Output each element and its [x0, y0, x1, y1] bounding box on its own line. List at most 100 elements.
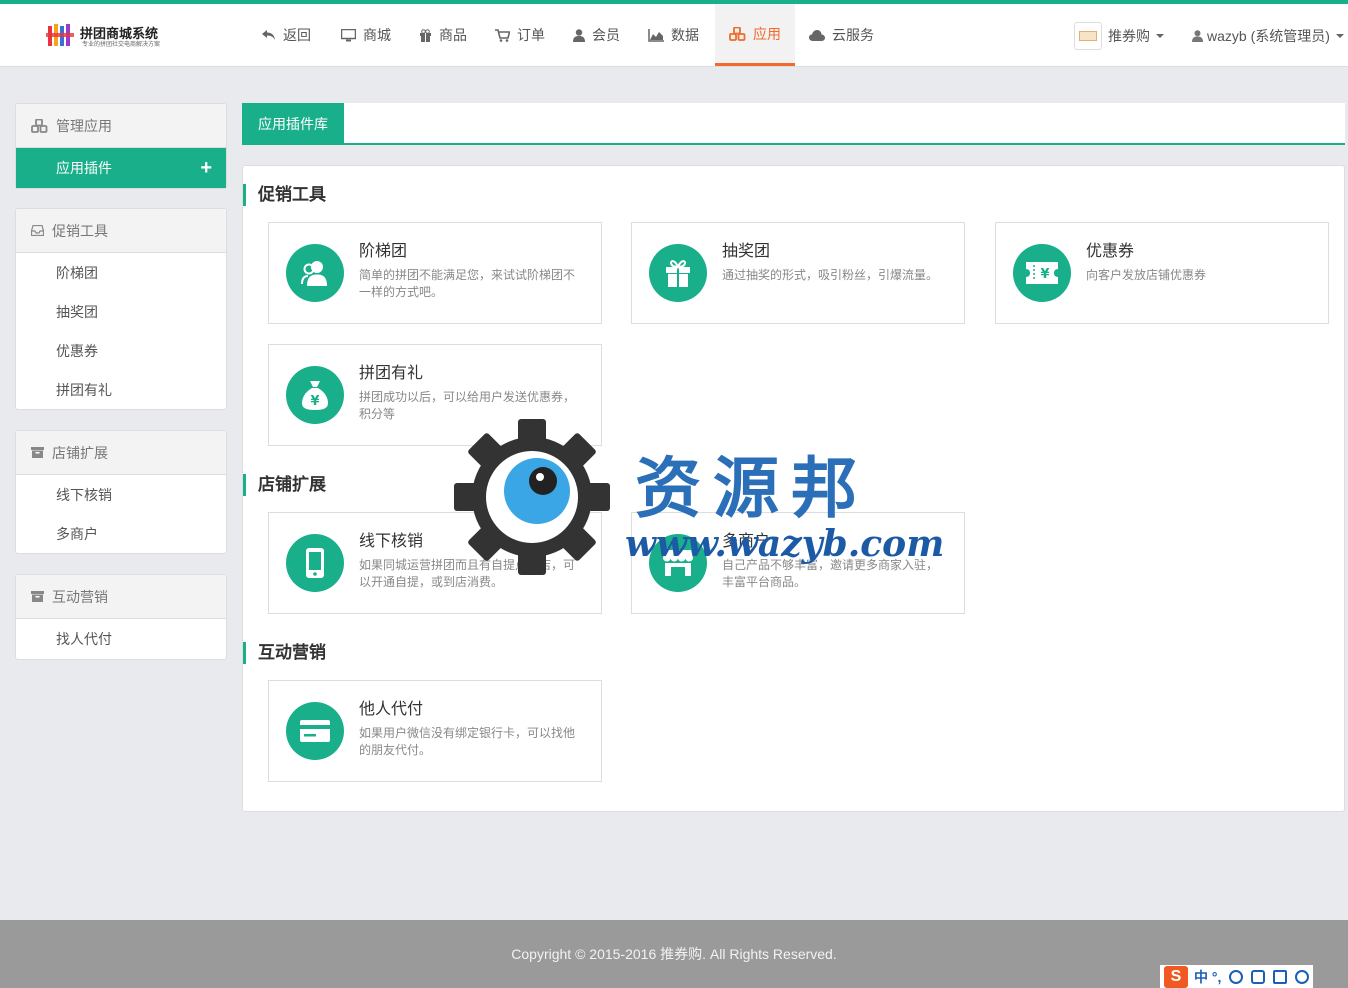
- sidebar-interactive-title: 互动营销: [52, 588, 108, 605]
- sidebar-promo-title: 促销工具: [52, 222, 108, 239]
- archive-icon: [31, 591, 44, 602]
- nav-goods[interactable]: 商品: [405, 4, 481, 66]
- sidebar-manage-panel: 管理应用 应用插件 +: [15, 103, 227, 189]
- mobile-icon: [286, 534, 344, 592]
- nav-cloud[interactable]: 云服务: [795, 4, 888, 66]
- plus-icon[interactable]: +: [200, 158, 212, 178]
- top-navbar: 拼团商城系统 专业的拼团社交电商解决方案 返回 商城 商品 订单 会员 数据 应…: [0, 0, 1348, 67]
- svg-text:¥: ¥: [1040, 267, 1049, 282]
- shop-switcher[interactable]: 推券购: [1074, 21, 1164, 51]
- gift-icon: [649, 244, 707, 302]
- nav-members-label: 会员: [592, 27, 620, 43]
- area-chart-icon: [648, 28, 664, 42]
- plugin-title: 抽奖团: [722, 243, 771, 260]
- watermark-url: www.wazyb.com: [625, 523, 945, 565]
- sidebar-promo-panel: 促销工具 阶梯团 抽奖团 优惠券 拼团有礼: [15, 208, 227, 410]
- keyboard-icon[interactable]: [1273, 969, 1288, 984]
- archive-icon: [31, 447, 44, 458]
- chevron-down-icon: [1156, 34, 1164, 38]
- section-title: 促销工具: [243, 184, 326, 206]
- sidebar-item-group-gift[interactable]: 拼团有礼: [16, 370, 226, 409]
- sidebar-store-header[interactable]: 店铺扩展: [16, 431, 226, 475]
- users-icon: [286, 244, 344, 302]
- copyright-text: Copyright © 2015-2016 推券购. All Rights Re…: [511, 946, 837, 962]
- shop-thumbnail: [1074, 22, 1102, 50]
- plugin-card-coupon[interactable]: ¥ 优惠券 向客户发放店铺优惠券: [995, 222, 1329, 324]
- footer: Copyright © 2015-2016 推券购. All Rights Re…: [0, 920, 1348, 988]
- cubes-icon: [729, 26, 746, 41]
- inbox-icon: [31, 225, 44, 236]
- ime-toolbar[interactable]: S 中 °,: [1160, 965, 1314, 988]
- cloud-icon: [809, 29, 825, 41]
- sidebar-item-app-plugins[interactable]: 应用插件 +: [16, 148, 226, 188]
- tab-plugin-library[interactable]: 应用插件库: [242, 103, 344, 144]
- user-icon: [573, 28, 585, 42]
- nav-apps-label: 应用: [753, 25, 781, 42]
- nav-data[interactable]: 数据: [634, 4, 713, 66]
- monitor-icon: [341, 28, 356, 41]
- sidebar-promo-header[interactable]: 促销工具: [16, 209, 226, 253]
- reply-icon: [262, 30, 275, 40]
- plugin-desc: 简单的拼团不能满足您，来试试阶梯团不一样的方式吧。: [359, 268, 576, 299]
- plugin-title: 阶梯团: [359, 243, 408, 260]
- sogou-icon[interactable]: S: [1164, 965, 1188, 988]
- user-menu[interactable]: wazyb (系统管理员): [1192, 21, 1344, 51]
- sidebar-manage-title: 管理应用: [56, 117, 112, 134]
- sidebar-store-panel: 店铺扩展 线下核销 多商户: [15, 430, 227, 554]
- sidebar-item-pay-for-me[interactable]: 找人代付: [16, 619, 226, 658]
- plugin-desc: 向客户发放店铺优惠券: [1086, 268, 1207, 282]
- cubes-icon: [31, 118, 48, 133]
- plugin-title: 拼团有礼: [359, 365, 424, 382]
- sidebar-store-title: 店铺扩展: [52, 444, 108, 461]
- gear-eye-icon: [454, 419, 610, 575]
- sidebar-item-coupon[interactable]: 优惠券: [16, 331, 226, 370]
- nav-goods-label: 商品: [439, 27, 467, 43]
- sidebar-interactive-panel: 互动营销 找人代付: [15, 574, 227, 660]
- sidebar: 管理应用 应用插件 + 促销工具 阶梯团 抽奖团 优惠券 拼团有礼 店铺扩展 线…: [15, 103, 227, 680]
- section-title: 互动营销: [243, 642, 326, 664]
- credit-card-icon: [286, 702, 344, 760]
- sidebar-item-lottery-group[interactable]: 抽奖团: [16, 292, 226, 331]
- nav-orders-label: 订单: [517, 27, 545, 43]
- plugin-card-lottery-group[interactable]: 抽奖团 通过抽奖的形式，吸引粉丝，引爆流量。: [631, 222, 965, 324]
- sidebar-manage-header[interactable]: 管理应用: [16, 104, 226, 148]
- sidebar-interactive-header[interactable]: 互动营销: [16, 575, 226, 619]
- nav-members[interactable]: 会员: [559, 4, 634, 66]
- plugin-title: 优惠券: [1086, 243, 1135, 260]
- sidebar-item-label: 应用插件: [56, 160, 112, 176]
- nav-mall[interactable]: 商城: [327, 4, 405, 66]
- nav-mall-label: 商城: [363, 27, 391, 43]
- shop-name: 推券购: [1108, 28, 1150, 44]
- sidebar-item-offline-verify[interactable]: 线下核销: [16, 475, 226, 514]
- tools-icon[interactable]: [1295, 969, 1310, 984]
- money-bag-icon: ¥: [286, 366, 344, 424]
- chevron-down-icon: [1335, 34, 1344, 38]
- main-nav: 返回 商城 商品 订单 会员 数据 应用 云服务: [248, 4, 888, 66]
- plugin-card-pay-for-me[interactable]: 他人代付 如果用户微信没有绑定银行卡，可以找他的朋友代付。: [268, 680, 602, 782]
- nav-cloud-label: 云服务: [832, 27, 874, 43]
- ime-mode[interactable]: 中 °,: [1194, 967, 1221, 987]
- plugin-desc: 如果用户微信没有绑定银行卡，可以找他的朋友代付。: [359, 726, 576, 757]
- logo-mark-icon: [46, 24, 74, 46]
- sidebar-item-ladder-group[interactable]: 阶梯团: [16, 253, 226, 292]
- user-icon: [1192, 30, 1203, 42]
- nav-orders[interactable]: 订单: [481, 4, 559, 66]
- gift-icon: [420, 28, 431, 42]
- microphone-icon[interactable]: [1251, 969, 1266, 984]
- smiley-icon[interactable]: [1229, 969, 1244, 984]
- plugin-desc: 通过抽奖的形式，吸引粉丝，引爆流量。: [722, 268, 939, 282]
- plugin-card-ladder-group[interactable]: 阶梯团 简单的拼团不能满足您，来试试阶梯团不一样的方式吧。: [268, 222, 602, 324]
- section-title: 店铺扩展: [243, 474, 326, 496]
- cart-icon: [495, 28, 510, 42]
- sidebar-item-multi-merchant[interactable]: 多商户: [16, 514, 226, 553]
- logo-slogan: 专业的拼团社交电商解决方案: [82, 42, 161, 48]
- nav-apps[interactable]: 应用: [715, 4, 795, 66]
- logo[interactable]: 拼团商城系统 专业的拼团社交电商解决方案: [46, 20, 166, 50]
- svg-text:¥: ¥: [310, 394, 319, 409]
- plugin-tabs: 应用插件库: [242, 103, 1345, 145]
- user-name: wazyb (系统管理员): [1207, 28, 1330, 44]
- plugin-title: 线下核销: [359, 533, 424, 550]
- nav-back[interactable]: 返回: [248, 4, 325, 66]
- nav-back-label: 返回: [283, 27, 311, 43]
- plugin-title: 他人代付: [359, 701, 424, 718]
